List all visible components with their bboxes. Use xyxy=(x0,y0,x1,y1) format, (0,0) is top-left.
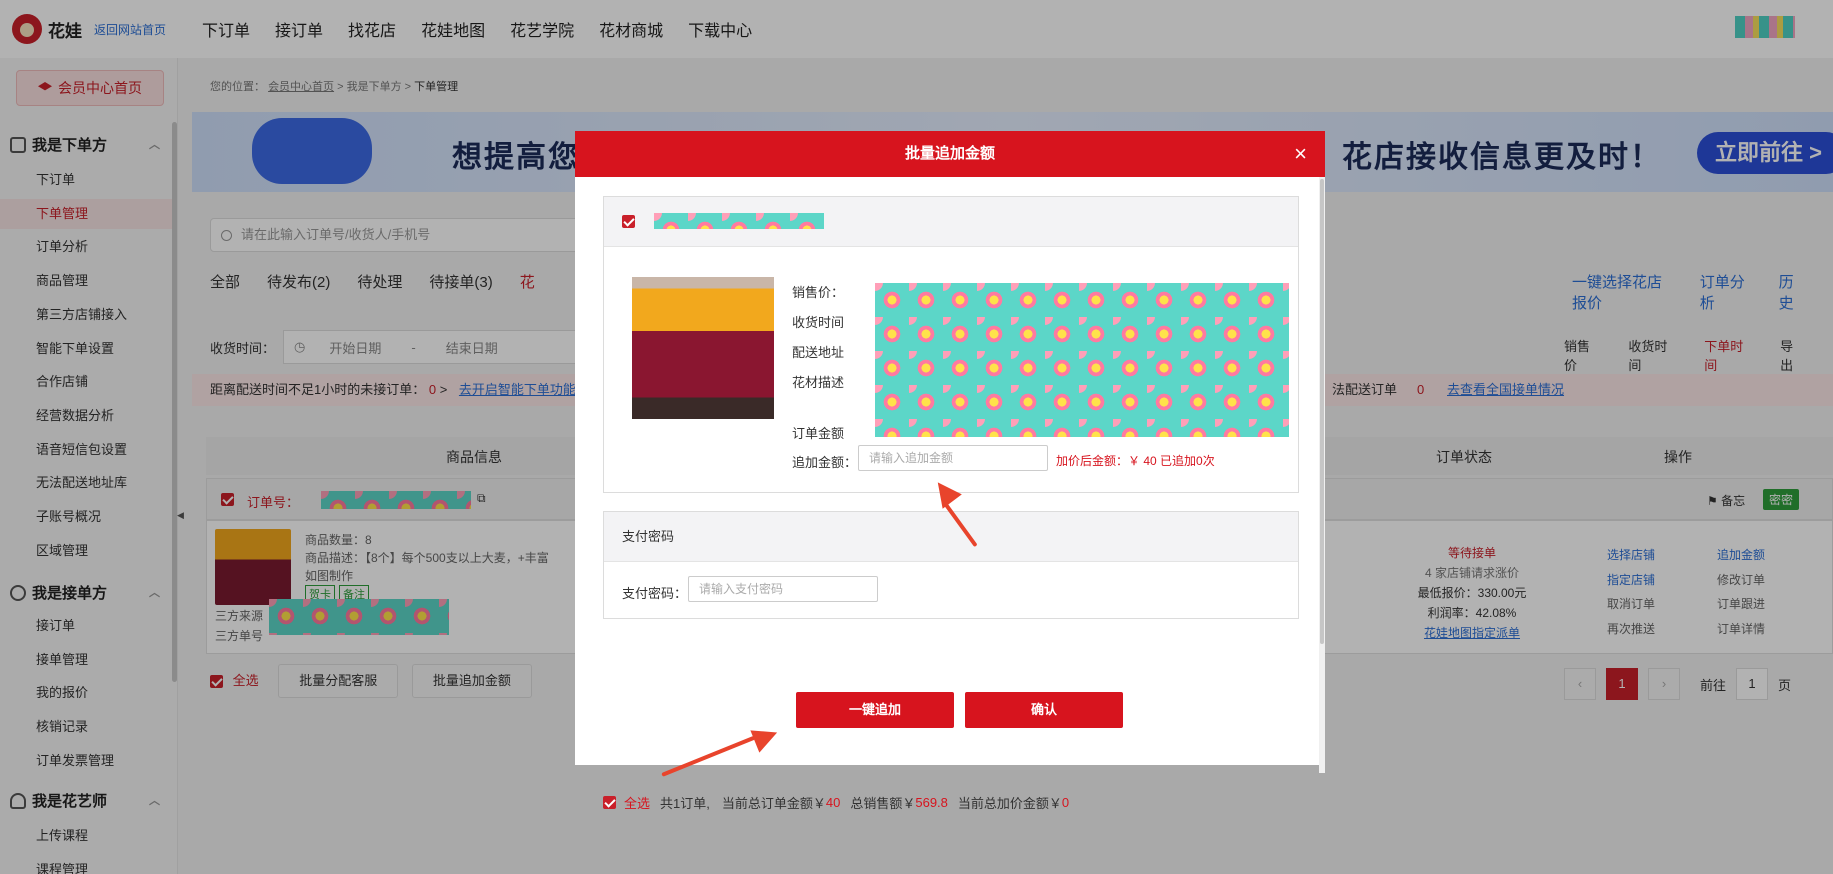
order-panel: 销售价： 收货时间 配送地址 花材描述 订单金额 追加金额： 请输入追加金额 加… xyxy=(603,196,1299,493)
add-amount-label: 追加金额： xyxy=(792,455,858,470)
pay-password-label: 支付密码： xyxy=(622,586,688,601)
payment-panel: 支付密码 支付密码： 请输入支付密码 xyxy=(603,511,1299,619)
modal-select-all-label[interactable]: 全选 xyxy=(624,793,650,812)
summary-count: 共1订单, xyxy=(660,796,710,811)
sale-total-value: 569.8 xyxy=(915,795,948,810)
after-price-text: 加价后金额：￥ 40 已追加0次 xyxy=(1056,454,1215,468)
add-total-value: 0 xyxy=(1061,795,1070,810)
pay-password-placeholder: 请输入支付密码 xyxy=(699,582,784,596)
modal-scrollbar[interactable] xyxy=(1319,177,1325,773)
order-id-redacted xyxy=(654,213,824,229)
recv-time-label: 收货时间 xyxy=(792,315,845,330)
pay-password-input[interactable]: 请输入支付密码 xyxy=(688,576,878,602)
payment-section-title: 支付密码 xyxy=(604,512,1298,562)
close-icon[interactable]: × xyxy=(1294,131,1307,177)
order-amount-label: 订单金额 xyxy=(792,426,845,441)
add-amount-input[interactable]: 请输入追加金额 xyxy=(858,445,1048,471)
confirm-button[interactable]: 确认 xyxy=(965,692,1123,728)
modal-header: 批量追加金额 × xyxy=(575,131,1325,177)
order-select-checkbox[interactable] xyxy=(622,215,635,228)
batch-add-amount-modal: 批量追加金额 × 销售价： 收货时间 配送地址 花材描述 订单金额 追加金额： … xyxy=(575,131,1325,811)
add-total-label: 当前总加价金额￥ xyxy=(957,796,1062,811)
sale-total-label: 总销售额￥ xyxy=(850,796,916,811)
material-label: 花材描述 xyxy=(792,375,845,390)
order-total-label: 当前总订单金额￥ xyxy=(721,796,826,811)
order-info-redacted xyxy=(875,283,1289,437)
modal-summary: 全选 共1订单, 当前总订单金额￥ 40 总销售额￥ 569.8 当前总加价金额… xyxy=(603,793,1069,812)
modal-select-all-checkbox[interactable] xyxy=(603,796,616,809)
address-label: 配送地址 xyxy=(792,345,845,360)
order-panel-head xyxy=(604,197,1298,247)
one-click-add-button[interactable]: 一键追加 xyxy=(796,692,954,728)
order-total-value: 40 xyxy=(825,795,841,810)
price-label: 销售价： xyxy=(792,285,845,300)
product-image xyxy=(632,277,774,419)
add-amount-placeholder: 请输入追加金额 xyxy=(869,451,954,465)
modal-title: 批量追加金额 xyxy=(904,145,995,162)
